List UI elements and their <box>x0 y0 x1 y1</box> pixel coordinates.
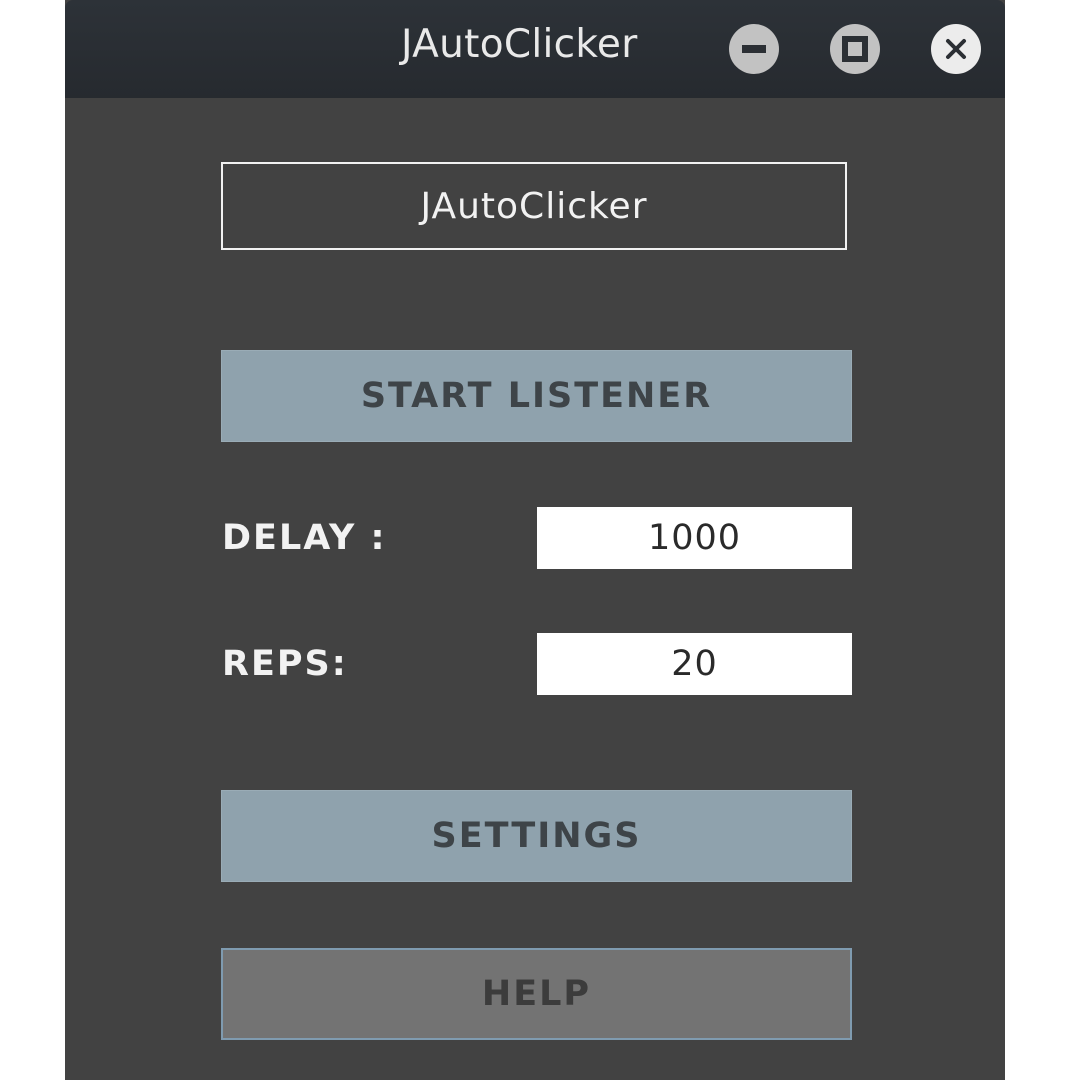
title-bar[interactable]: JAutoClicker <box>65 0 1005 98</box>
delay-label: DELAY : <box>222 518 387 558</box>
delay-input[interactable] <box>537 507 852 569</box>
start-listener-button[interactable]: START LISTENER <box>221 350 852 442</box>
minimize-icon <box>742 45 766 53</box>
help-button[interactable]: HELP <box>221 948 852 1040</box>
reps-input[interactable] <box>537 633 852 695</box>
minimize-button[interactable] <box>729 24 779 74</box>
app-header-label: JAutoClicker <box>221 162 847 250</box>
reps-label: REPS: <box>222 644 348 684</box>
maximize-button[interactable] <box>830 24 880 74</box>
settings-button[interactable]: SETTINGS <box>221 790 852 882</box>
app-window: JAutoClicker JAutoClicker START LISTENER… <box>65 0 1005 1080</box>
close-button[interactable] <box>931 24 981 74</box>
close-icon <box>946 39 966 59</box>
maximize-icon <box>842 36 868 62</box>
window-title: JAutoClicker <box>401 22 638 67</box>
